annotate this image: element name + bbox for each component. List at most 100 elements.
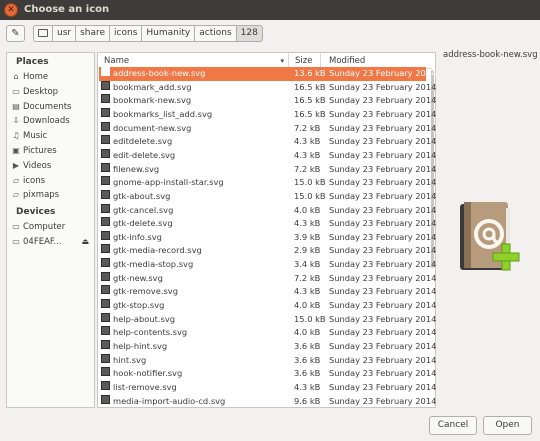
path-crumb-actions[interactable]: actions [195,25,237,42]
sidebar-item-music[interactable]: ♫ Music [11,129,93,143]
file-row[interactable]: bookmarks_list_add.svg 16.5 kB Sunday 23 F… [99,107,436,122]
path-crumb-humanity[interactable]: Humanity [142,25,196,42]
path-crumb-icons[interactable]: icons [110,25,143,42]
file-row[interactable]: gtk-info.svg 3.9 kB Sunday 23 February 201… [99,230,436,245]
file-row[interactable]: help-hint.svg 3.6 kB Sunday 23 February 20… [99,340,436,354]
file-modified: Sunday 23 February 2014 [329,108,437,119]
file-name: bookmark-new.svg [113,95,192,106]
sidebar-item-pictures[interactable]: ▣ Pictures [11,144,93,158]
file-icon [101,312,110,322]
file-size: 16.5 kB [294,81,326,92]
file-row[interactable]: bookmark_add.svg 16.5 kB Sunday 23 Februar… [99,80,436,95]
file-modified: Sunday 23 February 2014 [329,68,437,78]
file-row[interactable]: help-about.svg 15.0 kB Sunday 23 February … [99,312,436,327]
videos-icon: ▶ [12,160,20,170]
sidebar-item-icons[interactable]: ▱ icons [11,174,93,188]
file-size: 4.3 kB [294,286,321,297]
file-row[interactable]: editdelete.svg 4.3 kB Sunday 23 February 2… [99,135,436,149]
file-name: gtk-info.svg [113,231,162,242]
file-icon [101,285,110,295]
close-icon: ✕ [7,5,15,15]
file-name: gtk-media-record.svg [113,245,202,256]
file-row[interactable]: help-contents.svg 4.0 kB Sunday 23 Februar… [99,326,436,340]
file-icon [101,394,110,404]
file-icon [101,326,110,336]
file-size: 9.6 kB [294,395,321,406]
file-size: 4.3 kB [294,218,321,229]
sidebar-item-computer[interactable]: ▭ Computer [11,220,93,234]
sidebar-item-home[interactable]: ⌂ Home [11,70,93,84]
sidebar-item-label: Downloads [23,116,70,127]
path-bar: usr share icons Humanity actions 128 [33,25,263,42]
file-row[interactable]: filenew.svg 7.2 kB Sunday 23 February 2014 [99,162,436,177]
pictures-icon: ▣ [12,146,20,155]
file-modified: Sunday 23 February 2014 [329,177,437,188]
file-name: hook-notifier.svg [113,368,183,379]
file-modified: Sunday 23 February 2014 [329,231,437,242]
file-row[interactable]: gtk-delete.svg 4.3 kB Sunday 23 February 2… [99,217,436,231]
places-header: Places [16,57,49,67]
places-sidebar: Places Devices ⌂ Home ▭ Desktop ▤ Documents ⇩ D… [6,52,95,408]
file-row[interactable]: edit-delete.svg 4.3 kB Sunday 23 February … [99,148,436,163]
file-name: media-import-audio-cd.svg [113,395,226,406]
open-button[interactable]: Open [483,416,532,435]
file-row[interactable]: media-import-audio-cd.svg 9.6 kB Sunday 23… [99,394,436,409]
computer-icon: ▭ [12,222,20,231]
file-row[interactable]: document-new.svg 7.2 kB Sunday 23 February… [99,121,436,136]
file-name: editdelete.svg [113,136,173,147]
file-row[interactable]: address-book-new.svg 13.6 kB Sunday 23 Feb… [99,67,436,81]
cancel-button[interactable]: Cancel [429,416,477,435]
sidebar-item-label: Pictures [23,146,57,156]
file-name: edit-delete.svg [113,149,176,160]
eject-icon[interactable]: ⏏ [81,235,89,249]
edit-location-button[interactable]: ✎ [6,25,25,42]
path-root-button[interactable] [33,25,53,42]
file-row[interactable]: gtk-media-stop.svg 3.4 kB Sunday 23 Februa… [99,258,436,272]
close-button[interactable]: ✕ [4,3,18,17]
file-icon [101,244,110,254]
file-size: 15.0 kB [294,190,326,201]
sidebar-item-label: Music [23,131,48,142]
file-row[interactable]: gtk-remove.svg 4.3 kB Sunday 23 February 2… [99,285,436,299]
sidebar-item-label: Desktop [23,86,59,97]
sidebar-item-desktop[interactable]: ▭ Desktop [11,85,93,99]
file-row[interactable]: gtk-media-record.svg 2.9 kB Sunday 23 Febr… [99,244,436,258]
path-crumb-128[interactable]: 128 [236,25,263,42]
sidebar-item-label: Videos [23,160,52,171]
folder-icon: ▱ [12,190,20,200]
sidebar-item-label: icons [23,175,46,186]
file-modified: Sunday 23 February 2014 [329,163,437,174]
file-row[interactable]: gnome-app-install-star.svg 15.0 kB Sunday … [99,176,436,190]
sidebar-item-videos[interactable]: ▶ Videos [11,159,93,173]
path-crumb-usr[interactable]: usr [53,25,77,42]
sidebar-item-documents[interactable]: ▤ Documents [11,100,93,114]
file-row[interactable]: hook-notifier.svg 3.6 kB Sunday 23 Februar… [99,367,436,381]
file-icon [101,258,110,268]
file-row[interactable]: gtk-cancel.svg 4.0 kB Sunday 23 February 2… [99,203,436,218]
file-modified: Sunday 23 February 2014 [329,149,437,160]
file-row[interactable]: gtk-about.svg 15.0 kB Sunday 23 February 2… [99,189,436,204]
file-modified: Sunday 23 February 2014 [329,381,437,392]
toolbar: ✎ usr share icons Humanity actions 128 [0,20,540,48]
file-icon [101,107,110,117]
file-row[interactable]: gtk-new.svg 7.2 kB Sunday 23 February 2014 [99,271,436,286]
file-name: gtk-stop.svg [113,300,165,311]
file-icon [101,299,110,309]
file-size: 4.0 kB [294,300,321,311]
file-size: 16.5 kB [294,95,326,106]
preview-filename: address-book-new.svg [443,50,538,60]
file-icon [101,176,110,186]
file-row[interactable]: hint.svg 3.6 kB Sunday 23 February 2014 [99,353,436,368]
file-modified: Sunday 23 February 2014 [329,286,437,297]
file-name: help-about.svg [113,313,176,324]
sidebar-item-pixmaps[interactable]: ▱ pixmaps [11,188,93,202]
file-row[interactable]: gtk-stop.svg 4.0 kB Sunday 23 February 201… [99,299,436,313]
file-modified: Sunday 23 February 2014 [329,272,437,283]
file-row[interactable]: bookmark-new.svg 16.5 kB Sunday 23 Februar… [99,94,436,108]
file-row[interactable]: list-remove.svg 4.3 kB Sunday 23 February … [99,380,436,395]
file-size: 4.0 kB [294,204,321,215]
sidebar-item-downloads[interactable]: ⇩ Downloads [11,114,93,128]
file-icon [101,380,110,390]
path-crumb-share[interactable]: share [76,25,111,42]
sidebar-item-04feaf[interactable]: ▭ 04FEAF... ⏏ [11,235,93,249]
